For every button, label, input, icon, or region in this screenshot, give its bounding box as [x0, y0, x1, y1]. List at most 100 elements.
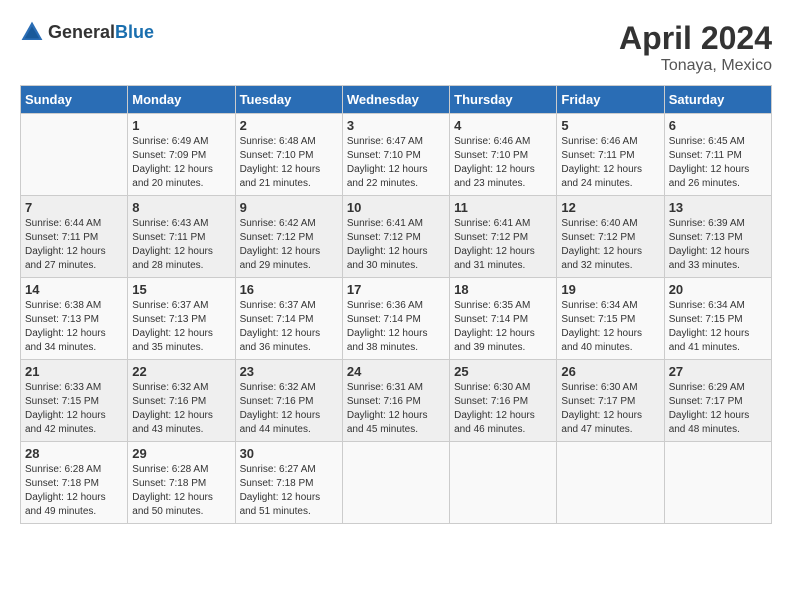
day-info: Sunrise: 6:35 AMSunset: 7:14 PMDaylight:… [454, 299, 552, 355]
day-info: Sunrise: 6:37 AMSunset: 7:14 PMDaylight:… [240, 299, 338, 355]
weekday-header: Sunday [21, 86, 128, 114]
calendar-cell [21, 114, 128, 196]
calendar-cell [557, 442, 664, 524]
month-year-title: April 2024 [619, 20, 772, 57]
day-number: 19 [561, 282, 659, 297]
day-info: Sunrise: 6:30 AMSunset: 7:17 PMDaylight:… [561, 381, 659, 437]
calendar-week-row: 14 Sunrise: 6:38 AMSunset: 7:13 PMDayligh… [21, 278, 772, 360]
calendar-cell: 9Sunrise: 6:42 AMSunset: 7:12 PMDaylight… [235, 196, 342, 278]
day-info: Sunrise: 6:33 AMSunset: 7:15 PMDaylight:… [25, 381, 123, 437]
calendar-week-row: 7 Sunrise: 6:44 AMSunset: 7:11 PMDaylight… [21, 196, 772, 278]
calendar-cell: 26 Sunrise: 6:30 AMSunset: 7:17 PMDayligh… [557, 360, 664, 442]
day-number: 4 [454, 118, 552, 133]
day-number: 8 [132, 200, 230, 215]
day-number: 21 [25, 364, 123, 379]
day-number: 20 [669, 282, 767, 297]
logo: GeneralBlue [20, 20, 154, 44]
calendar-cell: 18 Sunrise: 6:35 AMSunset: 7:14 PMDayligh… [450, 278, 557, 360]
day-number: 11 [454, 200, 552, 215]
calendar-cell: 23Sunrise: 6:32 AMSunset: 7:16 PMDayligh… [235, 360, 342, 442]
day-info: Sunrise: 6:49 AMSunset: 7:09 PMDaylight:… [132, 135, 230, 191]
day-number: 9 [240, 200, 338, 215]
day-info: Sunrise: 6:40 AMSunset: 7:12 PMDaylight:… [561, 217, 659, 273]
day-number: 25 [454, 364, 552, 379]
calendar-cell: 20 Sunrise: 6:34 AMSunset: 7:15 PMDayligh… [664, 278, 771, 360]
calendar-cell: 2 Sunrise: 6:48 AMSunset: 7:10 PMDaylight… [235, 114, 342, 196]
calendar-cell [342, 442, 449, 524]
day-number: 17 [347, 282, 445, 297]
day-number: 30 [240, 446, 338, 461]
calendar-cell: 16Sunrise: 6:37 AMSunset: 7:14 PMDayligh… [235, 278, 342, 360]
day-info: Sunrise: 6:48 AMSunset: 7:10 PMDaylight:… [240, 135, 338, 191]
calendar-cell: 4 Sunrise: 6:46 AMSunset: 7:10 PMDaylight… [450, 114, 557, 196]
calendar-cell: 11Sunrise: 6:41 AMSunset: 7:12 PMDayligh… [450, 196, 557, 278]
day-info: Sunrise: 6:28 AMSunset: 7:18 PMDaylight:… [132, 463, 230, 519]
calendar-cell: 7 Sunrise: 6:44 AMSunset: 7:11 PMDaylight… [21, 196, 128, 278]
calendar-cell: 10 Sunrise: 6:41 AMSunset: 7:12 PMDayligh… [342, 196, 449, 278]
day-info: Sunrise: 6:36 AMSunset: 7:14 PMDaylight:… [347, 299, 445, 355]
day-number: 18 [454, 282, 552, 297]
day-info: Sunrise: 6:39 AMSunset: 7:13 PMDaylight:… [669, 217, 767, 273]
day-number: 14 [25, 282, 123, 297]
calendar-cell: 29 Sunrise: 6:28 AMSunset: 7:18 PMDayligh… [128, 442, 235, 524]
logo-icon [20, 20, 44, 44]
calendar-cell [450, 442, 557, 524]
calendar-cell: 17 Sunrise: 6:36 AMSunset: 7:14 PMDayligh… [342, 278, 449, 360]
day-info: Sunrise: 6:34 AMSunset: 7:15 PMDaylight:… [669, 299, 767, 355]
day-info: Sunrise: 6:46 AMSunset: 7:10 PMDaylight:… [454, 135, 552, 191]
location-subtitle: Tonaya, Mexico [619, 57, 772, 75]
day-info: Sunrise: 6:32 AMSunset: 7:16 PMDaylight:… [240, 381, 338, 437]
weekday-header: Friday [557, 86, 664, 114]
day-info: Sunrise: 6:34 AMSunset: 7:15 PMDaylight:… [561, 299, 659, 355]
day-number: 26 [561, 364, 659, 379]
calendar-cell: 21 Sunrise: 6:33 AMSunset: 7:15 PMDayligh… [21, 360, 128, 442]
day-info: Sunrise: 6:28 AMSunset: 7:18 PMDaylight:… [25, 463, 123, 519]
day-number: 10 [347, 200, 445, 215]
weekday-header: Monday [128, 86, 235, 114]
calendar-cell: 6 Sunrise: 6:45 AMSunset: 7:11 PMDaylight… [664, 114, 771, 196]
day-info: Sunrise: 6:46 AMSunset: 7:11 PMDaylight:… [561, 135, 659, 191]
calendar-cell: 14 Sunrise: 6:38 AMSunset: 7:13 PMDayligh… [21, 278, 128, 360]
day-info: Sunrise: 6:29 AMSunset: 7:17 PMDaylight:… [669, 381, 767, 437]
day-number: 15 [132, 282, 230, 297]
day-number: 2 [240, 118, 338, 133]
day-info: Sunrise: 6:43 AMSunset: 7:11 PMDaylight:… [132, 217, 230, 273]
calendar-week-row: 21 Sunrise: 6:33 AMSunset: 7:15 PMDayligh… [21, 360, 772, 442]
calendar-week-row: 28 Sunrise: 6:28 AMSunset: 7:18 PMDayligh… [21, 442, 772, 524]
logo-general-text: General [48, 22, 115, 42]
day-number: 13 [669, 200, 767, 215]
day-number: 28 [25, 446, 123, 461]
day-number: 5 [561, 118, 659, 133]
day-info: Sunrise: 6:27 AMSunset: 7:18 PMDaylight:… [240, 463, 338, 519]
calendar-header-row: SundayMondayTuesdayWednesdayThursdayFrid… [21, 86, 772, 114]
day-info: Sunrise: 6:47 AMSunset: 7:10 PMDaylight:… [347, 135, 445, 191]
day-info: Sunrise: 6:31 AMSunset: 7:16 PMDaylight:… [347, 381, 445, 437]
day-number: 22 [132, 364, 230, 379]
title-area: April 2024 Tonaya, Mexico [619, 20, 772, 75]
calendar-week-row: 1 Sunrise: 6:49 AMSunset: 7:09 PMDaylight… [21, 114, 772, 196]
day-number: 6 [669, 118, 767, 133]
calendar-cell: 27Sunrise: 6:29 AMSunset: 7:17 PMDayligh… [664, 360, 771, 442]
calendar-cell: 25 Sunrise: 6:30 AMSunset: 7:16 PMDayligh… [450, 360, 557, 442]
day-info: Sunrise: 6:44 AMSunset: 7:11 PMDaylight:… [25, 217, 123, 273]
weekday-header: Tuesday [235, 86, 342, 114]
day-number: 12 [561, 200, 659, 215]
day-info: Sunrise: 6:45 AMSunset: 7:11 PMDaylight:… [669, 135, 767, 191]
day-info: Sunrise: 6:30 AMSunset: 7:16 PMDaylight:… [454, 381, 552, 437]
day-info: Sunrise: 6:38 AMSunset: 7:13 PMDaylight:… [25, 299, 123, 355]
day-number: 1 [132, 118, 230, 133]
day-info: Sunrise: 6:37 AMSunset: 7:13 PMDaylight:… [132, 299, 230, 355]
day-number: 3 [347, 118, 445, 133]
calendar-cell: 3 Sunrise: 6:47 AMSunset: 7:10 PMDaylight… [342, 114, 449, 196]
weekday-header: Saturday [664, 86, 771, 114]
day-number: 7 [25, 200, 123, 215]
weekday-header: Wednesday [342, 86, 449, 114]
calendar-cell: 28 Sunrise: 6:28 AMSunset: 7:18 PMDayligh… [21, 442, 128, 524]
day-info: Sunrise: 6:41 AMSunset: 7:12 PMDaylight:… [347, 217, 445, 273]
calendar-cell: 1 Sunrise: 6:49 AMSunset: 7:09 PMDaylight… [128, 114, 235, 196]
calendar-cell: 24Sunrise: 6:31 AMSunset: 7:16 PMDayligh… [342, 360, 449, 442]
day-info: Sunrise: 6:32 AMSunset: 7:16 PMDaylight:… [132, 381, 230, 437]
day-number: 29 [132, 446, 230, 461]
logo-blue-text: Blue [115, 22, 154, 42]
calendar-cell: 30 Sunrise: 6:27 AMSunset: 7:18 PMDayligh… [235, 442, 342, 524]
